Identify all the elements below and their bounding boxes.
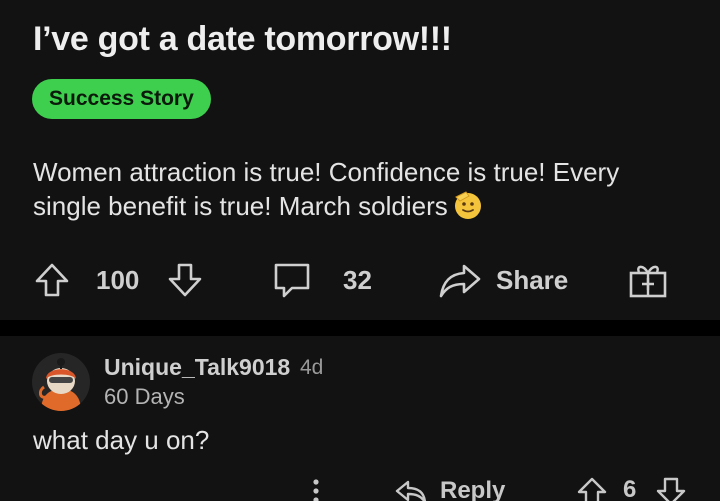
comment-card: Unique_Talk9018 4d 60 Days what day u on… [0, 336, 720, 501]
arrow-up-icon [576, 476, 608, 501]
user-flair: 60 Days [104, 384, 185, 409]
comment-downvote-button[interactable] [655, 476, 687, 501]
section-divider [0, 320, 720, 336]
post-card: I’ve got a date tomorrow!!! Success Stor… [0, 0, 720, 320]
vote-count: 100 [96, 264, 140, 295]
share-arrow-icon [438, 260, 482, 300]
reply-icon [394, 476, 428, 501]
post-flair-badge[interactable]: Success Story [32, 79, 211, 119]
post-action-bar: 100 32 Share [0, 252, 720, 308]
comments-button[interactable]: 32 [272, 252, 372, 308]
comment-upvote-button[interactable] [576, 476, 608, 501]
post-body-text: Women attraction is true! Confidence is … [33, 157, 620, 221]
gift-award-icon [628, 260, 668, 300]
more-vertical-icon [309, 476, 323, 501]
arrow-up-icon [32, 260, 72, 300]
downvote-button[interactable] [165, 252, 205, 308]
award-button[interactable] [628, 252, 668, 308]
share-button[interactable]: Share [438, 252, 568, 308]
post-body: Women attraction is true! Confidence is … [33, 155, 693, 223]
upvote-button[interactable] [32, 252, 72, 308]
comment-age: 4d [300, 356, 324, 379]
arrow-down-icon [165, 260, 205, 300]
comment-count: 32 [343, 264, 372, 295]
comment-username[interactable]: Unique_Talk9018 [104, 354, 290, 381]
saluting-face-emoji [452, 189, 484, 221]
reddit-thread: I’ve got a date tomorrow!!! Success Stor… [0, 0, 720, 501]
share-label: Share [496, 264, 569, 295]
comment-action-bar: Reply 6 [0, 476, 720, 501]
comment-icon [272, 260, 312, 300]
more-options-button[interactable] [309, 476, 323, 501]
post-title: I’ve got a date tomorrow!!! [33, 20, 452, 58]
comment-body: what day u on? [33, 425, 210, 455]
comment-vote-count: 6 [623, 476, 637, 501]
reply-label: Reply [440, 477, 506, 501]
reply-button[interactable]: Reply [394, 476, 505, 501]
user-avatar[interactable] [32, 353, 90, 411]
arrow-down-icon [655, 476, 687, 501]
